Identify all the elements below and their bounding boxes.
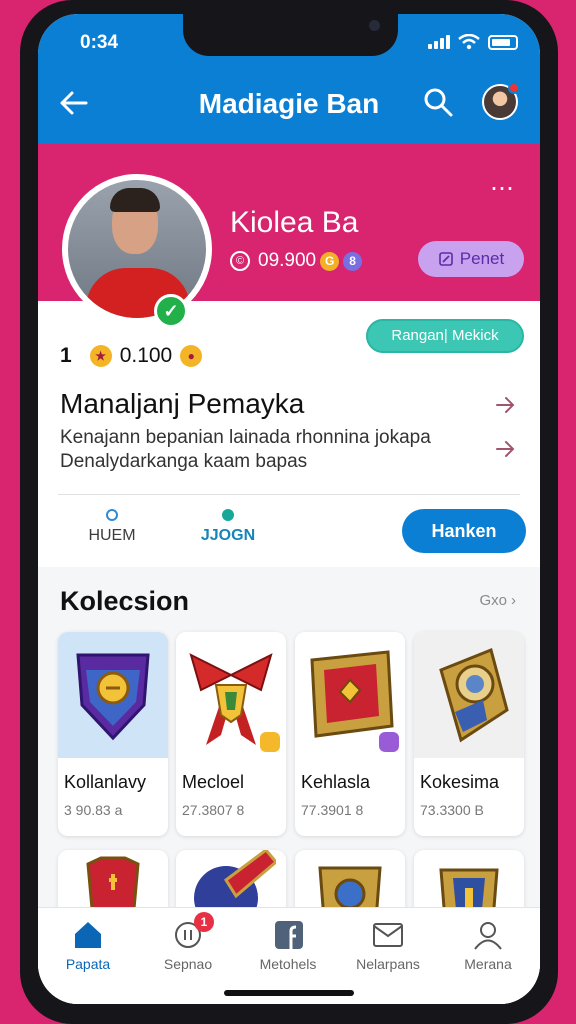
collection-card[interactable]: Kokesima 73.3300 B bbox=[414, 632, 524, 836]
coin-value: 09.900 bbox=[258, 250, 317, 271]
nav-item-explore[interactable]: 1 Sepnao bbox=[138, 912, 238, 972]
collection-title: Kolecsion bbox=[60, 586, 190, 616]
edit-profile-label: Penet bbox=[459, 249, 505, 268]
bow-medal-thumb bbox=[176, 632, 286, 758]
profile-description: Kenajann bepanian lainada rhonnina jokap… bbox=[60, 426, 480, 474]
profile-subtitle: Manaljanj Pemayka bbox=[60, 388, 305, 419]
status-time: 0:34 bbox=[80, 32, 119, 53]
wifi-icon bbox=[458, 34, 480, 50]
card-name: Mecloel bbox=[182, 772, 245, 792]
see-all-label: Gxo bbox=[479, 592, 507, 609]
tab-jjogn[interactable]: JJOGN bbox=[168, 509, 288, 545]
card-value: 27.3807 8 bbox=[182, 802, 245, 818]
player-name: Kiolea Ba bbox=[230, 206, 359, 239]
shield-emblem-thumb bbox=[414, 632, 524, 758]
ribbon-badge-thumb bbox=[58, 632, 168, 758]
ribbon-badge-icon bbox=[76, 653, 150, 741]
social-icon bbox=[275, 921, 303, 949]
nav-label: Nelarpans bbox=[356, 956, 420, 972]
follow-button[interactable]: Hanken bbox=[402, 509, 526, 553]
phone-frame: 0:34 Madiagie Ban ⋯ ✓ Kiolea Ba © 09.900… bbox=[20, 0, 558, 1024]
golden-chest-thumb bbox=[295, 632, 405, 758]
card-value: 73.3300 B bbox=[420, 802, 484, 818]
card-name: Kollanlavy bbox=[64, 772, 147, 792]
tab-huem[interactable]: HUEM bbox=[52, 509, 172, 545]
home-indicator[interactable] bbox=[224, 990, 354, 996]
tab-dot-icon bbox=[106, 509, 118, 521]
nav-badge: 1 bbox=[194, 912, 214, 932]
card-name: Kehlasla bbox=[301, 772, 371, 792]
rank-tag-button[interactable]: Rangan| Mekick bbox=[366, 319, 524, 353]
chip-purple-icon: 8 bbox=[343, 251, 363, 271]
divider bbox=[58, 494, 520, 495]
profile-stats: 1 ★ 0.100 ● bbox=[60, 344, 203, 368]
description-arrow-icon[interactable] bbox=[494, 438, 516, 460]
edit-profile-button[interactable]: Penet bbox=[418, 241, 524, 277]
chevron-right-icon: › bbox=[511, 592, 516, 609]
status-icons bbox=[428, 34, 518, 50]
app-screen: 0:34 Madiagie Ban ⋯ ✓ Kiolea Ba © 09.900… bbox=[38, 14, 540, 1004]
mail-icon bbox=[373, 923, 403, 947]
nav-label: Merana bbox=[464, 956, 512, 972]
phone-notch bbox=[183, 14, 398, 56]
description-line-2: Denalydarkanga kaam bapas bbox=[60, 451, 308, 472]
notification-dot bbox=[508, 82, 520, 94]
search-icon[interactable] bbox=[422, 86, 454, 118]
app-title: Madiagie Ban bbox=[198, 88, 380, 119]
collection-card[interactable]: Kollanlavy 3 90.83 a bbox=[58, 632, 168, 836]
nav-item-messages[interactable]: Nelarpans bbox=[338, 920, 438, 972]
card-value: 77.3901 8 bbox=[301, 802, 364, 818]
battery-icon bbox=[488, 34, 518, 50]
card-value: 3 90.83 a bbox=[64, 802, 123, 818]
profile-photo bbox=[62, 174, 212, 324]
medal-coin-icon: ● bbox=[180, 345, 203, 367]
verified-check-icon: ✓ bbox=[154, 294, 188, 328]
nav-item-social[interactable]: Metohels bbox=[238, 920, 338, 972]
subtitle-arrow-icon[interactable] bbox=[494, 394, 516, 416]
tab-label: HUEM bbox=[88, 527, 136, 544]
nav-item-home[interactable]: Papata bbox=[38, 920, 138, 972]
more-options-icon[interactable]: ⋯ bbox=[490, 174, 516, 203]
card-name: Kokesima bbox=[420, 772, 500, 792]
coin-balance: © 09.900 G 8 bbox=[230, 250, 363, 272]
description-line-1: Kenajann bepanian lainada rhonnina jokap… bbox=[60, 427, 431, 448]
chip-gold-icon: G bbox=[320, 251, 340, 271]
collection-card[interactable]: Kehlasla 77.3901 8 bbox=[295, 632, 405, 836]
points-value: 0.100 bbox=[119, 344, 173, 367]
coin-ring-icon: © bbox=[230, 251, 250, 271]
corner-badge-icon bbox=[379, 732, 399, 752]
collection-card[interactable]: Mecloel 27.3807 8 bbox=[176, 632, 286, 836]
nav-item-profile[interactable]: Merana bbox=[438, 920, 538, 972]
signal-icon bbox=[428, 35, 450, 49]
nav-label: Sepnao bbox=[163, 956, 213, 972]
person-icon bbox=[474, 922, 502, 950]
nav-label: Metohels bbox=[259, 956, 317, 972]
see-all-link[interactable]: Gxo › bbox=[479, 592, 516, 609]
nav-label: Papata bbox=[65, 956, 111, 972]
tab-label: JJOGN bbox=[200, 527, 256, 544]
shield-emblem-icon bbox=[439, 647, 509, 743]
tab-dot-icon bbox=[222, 509, 234, 521]
corner-badge-icon bbox=[260, 732, 280, 752]
home-icon bbox=[75, 922, 101, 948]
rank-value: 1 bbox=[60, 344, 72, 367]
edit-pencil-icon bbox=[438, 252, 453, 266]
trophy-coin-icon: ★ bbox=[89, 345, 112, 367]
